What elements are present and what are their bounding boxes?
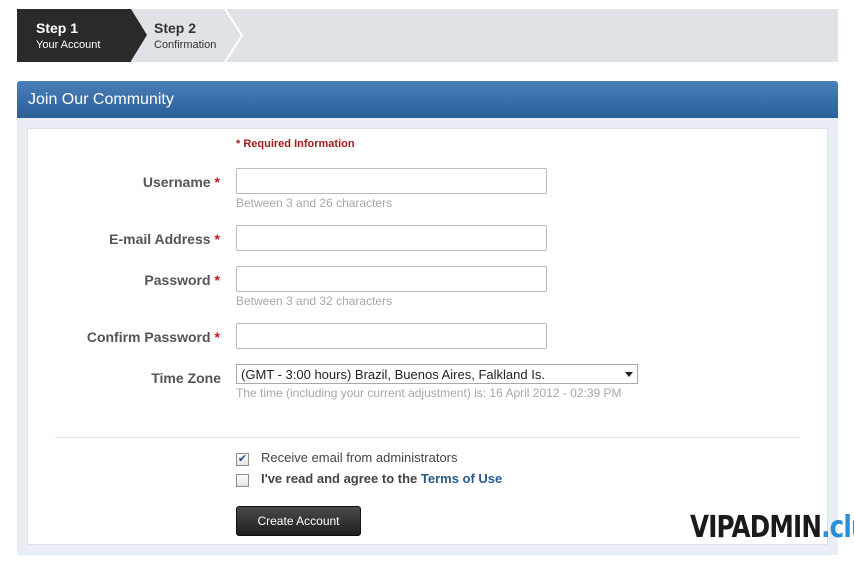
agree-terms-label: I've read and agree to the Terms of Use	[261, 471, 502, 486]
password-label: Password *	[144, 272, 220, 288]
panel-header: Join Our Community	[17, 81, 838, 118]
password-label-text: Password	[144, 272, 211, 288]
chevron-right-icon	[224, 9, 244, 62]
steps-bar: Step 1 Your Account Step 2 Confirmation	[17, 9, 838, 62]
username-hint: Between 3 and 26 characters	[236, 196, 393, 210]
watermark-suffix: .club	[821, 510, 854, 545]
terms-of-use-link[interactable]: Terms of Use	[421, 471, 502, 486]
timezone-select[interactable]: (GMT - 3:00 hours) Brazil, Buenos Aires,…	[236, 364, 638, 384]
username-label: Username *	[143, 174, 220, 190]
receive-email-checkbox[interactable]: ✔	[236, 453, 249, 466]
divider	[55, 437, 800, 438]
watermark-logo: VIPADMIN.club	[690, 510, 854, 545]
timezone-hint: The time (including your current adjustm…	[236, 386, 622, 400]
checkmark-icon: ✔	[237, 453, 248, 465]
required-marker: *	[214, 329, 220, 345]
username-label-text: Username	[142, 174, 211, 190]
email-label: E-mail Address *	[109, 231, 220, 247]
timezone-selected-value: (GMT - 3:00 hours) Brazil, Buenos Aires,…	[241, 367, 545, 382]
confirm-password-input[interactable]	[236, 323, 547, 349]
agree-terms-text: I've read and agree to the	[261, 471, 421, 486]
watermark-main: VIPADMIN	[690, 510, 822, 545]
step-1-subtitle: Your Account	[36, 39, 101, 51]
required-marker: *	[214, 231, 220, 247]
dropdown-arrow-icon	[625, 372, 633, 377]
create-account-button[interactable]: Create Account	[236, 506, 361, 536]
receive-email-label: Receive email from administrators	[261, 450, 458, 465]
required-note: * Required Information	[236, 138, 355, 150]
confirm-password-label-text: Confirm Password	[86, 329, 211, 345]
password-input[interactable]	[236, 266, 547, 292]
email-input[interactable]	[236, 225, 547, 251]
password-hint: Between 3 and 32 characters	[236, 294, 393, 308]
required-marker: *	[214, 174, 220, 190]
required-marker: *	[214, 272, 220, 288]
timezone-label: Time Zone	[151, 370, 221, 386]
email-label-text: E-mail Address	[109, 231, 211, 247]
agree-terms-checkbox[interactable]	[236, 474, 249, 487]
step-1[interactable]: Step 1 Your Account	[17, 9, 147, 62]
username-input[interactable]	[236, 168, 547, 194]
confirm-password-label: Confirm Password *	[87, 329, 220, 345]
step-1-title: Step 1	[36, 20, 79, 36]
